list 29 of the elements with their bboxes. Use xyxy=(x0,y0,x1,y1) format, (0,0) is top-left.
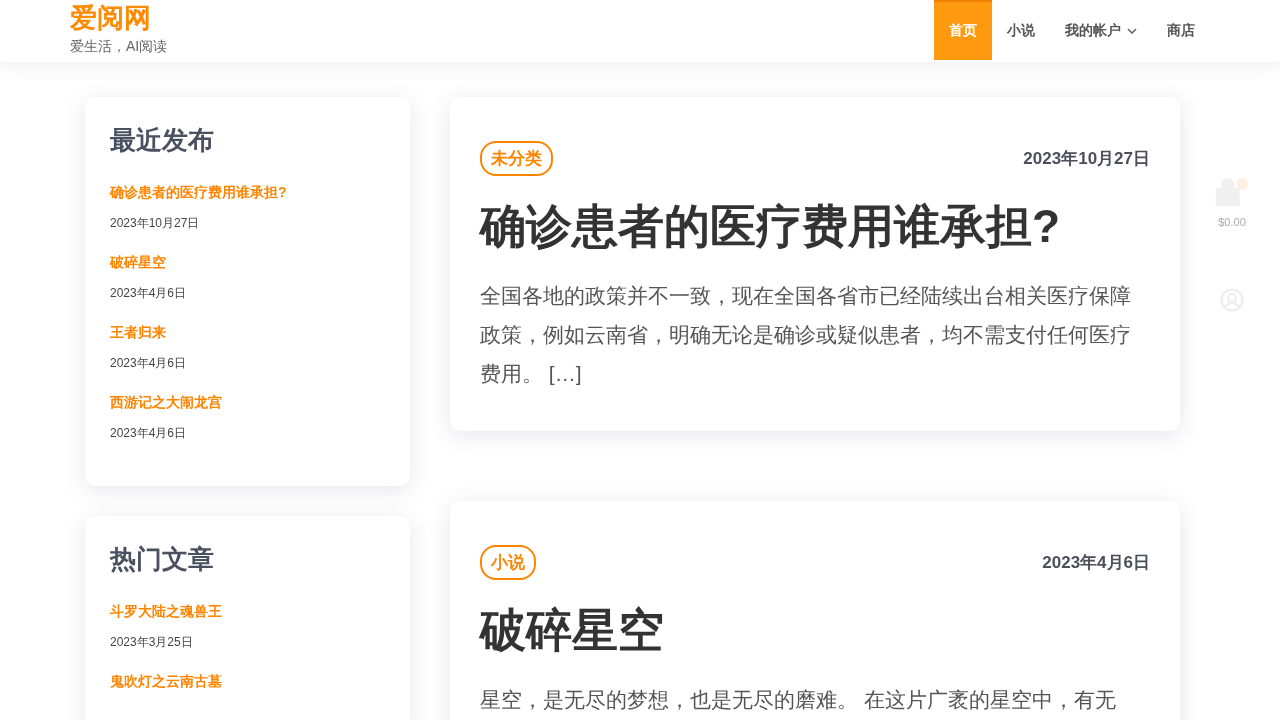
article-title[interactable]: 破碎星空 xyxy=(480,600,1150,662)
shopping-bag-icon[interactable] xyxy=(1215,177,1249,206)
post-link[interactable]: 确诊患者的医疗费用谁承担? xyxy=(110,184,385,202)
nav-item[interactable]: 首页 xyxy=(934,0,992,60)
site-logo[interactable]: 爱阅网 xyxy=(70,2,168,34)
widget-title: 热门文章 xyxy=(110,543,215,576)
post-date: 2023年3月25日 xyxy=(110,634,194,651)
article-excerpt: 星空，是无尽的梦想，也是无尽的磨难。 在这片广袤的星空中，有无 xyxy=(480,687,1117,713)
post-link[interactable]: 破碎星空 xyxy=(110,254,385,272)
post-date: 2023年10月27日 xyxy=(110,215,201,232)
nav-item[interactable]: 我的帐户 xyxy=(1050,0,1152,60)
post-link[interactable]: 鬼吹灯之云南古墓 xyxy=(110,673,385,691)
article-date: 2023年4月6日 xyxy=(1042,552,1150,574)
article-title[interactable]: 确诊患者的医疗费用谁承担? xyxy=(480,196,1150,258)
post-date: 2023年4月6日 xyxy=(110,355,188,372)
post-link[interactable]: 斗罗大陆之魂兽王 xyxy=(110,603,385,621)
nav-item[interactable]: 商店 xyxy=(1152,0,1210,60)
article-excerpt: 全国各地的政策并不一致，现在全国各省市已经陆续出台相关医疗保障政策，例如云南省，明确无论是确诊或疑似患者，均不需支付任何医疗费用。 […] xyxy=(480,283,1132,387)
cart-total: $0.00 xyxy=(1218,216,1246,228)
article-date: 2023年10月27日 xyxy=(1023,148,1150,170)
nav-item[interactable]: 小说 xyxy=(992,0,1050,60)
post-date: 2023年4月6日 xyxy=(110,285,188,302)
post-link[interactable]: 王者归来 xyxy=(110,324,385,342)
site-tagline: 爱生活，AI阅读 xyxy=(70,38,168,56)
post-link[interactable]: 西游记之大闹龙宫 xyxy=(110,394,385,412)
widget-title: 最近发布 xyxy=(110,124,215,157)
category-tag[interactable]: 未分类 xyxy=(480,141,553,176)
category-tag[interactable]: 小说 xyxy=(480,545,536,580)
post-date: 2023年4月6日 xyxy=(110,425,188,442)
